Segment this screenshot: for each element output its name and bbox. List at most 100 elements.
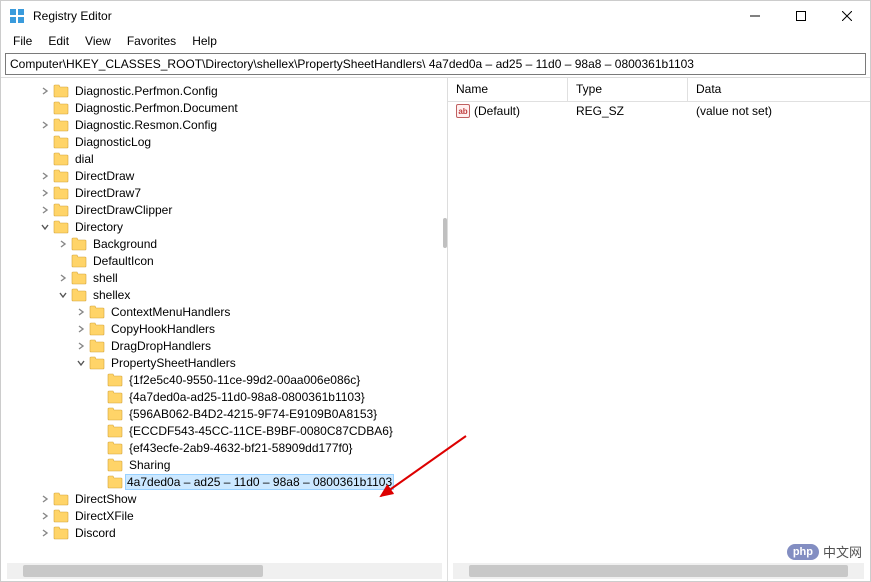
tree-item-label: {596AB062-B4D2-4215-9F74-E9109B0A8153} — [127, 407, 379, 421]
tree-hscrollbar[interactable] — [7, 563, 442, 579]
chevron-right-icon[interactable] — [37, 168, 53, 184]
chevron-down-icon[interactable] — [37, 219, 53, 235]
col-header-type[interactable]: Type — [568, 78, 688, 101]
tree-item-label: DirectXFile — [73, 509, 136, 523]
value-hscrollbar[interactable] — [453, 563, 864, 579]
tree-item[interactable]: dial — [1, 150, 447, 167]
value-header: Name Type Data — [448, 78, 870, 102]
tree-item-label: {4a7ded0a-ad25-11d0-98a8-0800361b1103} — [127, 390, 367, 404]
chevron-down-icon[interactable] — [55, 287, 71, 303]
folder-icon — [53, 84, 69, 98]
minimize-button[interactable] — [732, 1, 778, 31]
watermark-text: 中文网 — [823, 542, 862, 561]
tree-item[interactable]: PropertySheetHandlers — [1, 354, 447, 371]
menu-favorites[interactable]: Favorites — [119, 32, 184, 50]
value-type-cell: REG_SZ — [568, 104, 688, 118]
titlebar: Registry Editor — [1, 1, 870, 31]
value-panel[interactable]: Name Type Data ab(Default)REG_SZ(value n… — [448, 78, 870, 581]
menu-help[interactable]: Help — [184, 32, 225, 50]
folder-icon — [89, 322, 105, 336]
tree-item-label: ContextMenuHandlers — [109, 305, 232, 319]
tree-item-label: Discord — [73, 526, 118, 540]
chevron-right-icon[interactable] — [37, 508, 53, 524]
tree-item[interactable]: DirectDraw — [1, 167, 447, 184]
menu-edit[interactable]: Edit — [40, 32, 77, 50]
app-icon — [9, 8, 25, 24]
tree-item-label: Directory — [73, 220, 125, 234]
tree-item-label: DirectShow — [73, 492, 138, 506]
tree-item[interactable]: DirectXFile — [1, 507, 447, 524]
tree-item[interactable]: ContextMenuHandlers — [1, 303, 447, 320]
tree-item[interactable]: {ECCDF543-45CC-11CE-B9BF-0080C87CDBA6} — [1, 422, 447, 439]
col-header-name[interactable]: Name — [448, 78, 568, 101]
tree-item-selected[interactable]: 4a7ded0a – ad25 – 11d0 – 98a8 – 0800361b… — [1, 473, 447, 490]
tree-item[interactable]: Sharing — [1, 456, 447, 473]
chevron-right-icon[interactable] — [73, 338, 89, 354]
tree-item[interactable]: DiagnosticLog — [1, 133, 447, 150]
folder-icon — [89, 356, 105, 370]
tree-item-label: Diagnostic.Perfmon.Document — [73, 101, 240, 115]
chevron-right-icon[interactable] — [73, 321, 89, 337]
folder-icon — [71, 271, 87, 285]
chevron-right-icon[interactable] — [37, 117, 53, 133]
tree-item[interactable]: CopyHookHandlers — [1, 320, 447, 337]
close-button[interactable] — [824, 1, 870, 31]
address-bar[interactable]: Computer\HKEY_CLASSES_ROOT\Directory\she… — [5, 53, 866, 75]
folder-icon — [107, 407, 123, 421]
menu-file[interactable]: File — [5, 32, 40, 50]
tree-item[interactable]: shellex — [1, 286, 447, 303]
splitter-grip[interactable] — [443, 218, 447, 248]
tree-item[interactable]: Directory — [1, 218, 447, 235]
tree-item[interactable]: DefaultIcon — [1, 252, 447, 269]
tree-item-label: dial — [73, 152, 96, 166]
tree-item-label: CopyHookHandlers — [109, 322, 217, 336]
tree-item[interactable]: DirectShow — [1, 490, 447, 507]
content-area: Diagnostic.Perfmon.Config Diagnostic.Perf… — [1, 77, 870, 581]
folder-icon — [89, 339, 105, 353]
chevron-right-icon[interactable] — [37, 202, 53, 218]
tree-item[interactable]: DragDropHandlers — [1, 337, 447, 354]
address-text: Computer\HKEY_CLASSES_ROOT\Directory\she… — [10, 57, 694, 71]
tree-item-label: shell — [91, 271, 120, 285]
chevron-right-icon[interactable] — [73, 304, 89, 320]
chevron-down-icon[interactable] — [73, 355, 89, 371]
tree-item-label: DirectDrawClipper — [73, 203, 174, 217]
tree-item-label: DirectDraw7 — [73, 186, 143, 200]
tree-hscroll-thumb[interactable] — [23, 565, 263, 577]
col-header-data[interactable]: Data — [688, 78, 870, 101]
string-value-icon: ab — [456, 104, 470, 118]
tree-item[interactable]: Diagnostic.Perfmon.Config — [1, 82, 447, 99]
tree-item[interactable]: Background — [1, 235, 447, 252]
tree-item[interactable]: Discord — [1, 524, 447, 541]
chevron-right-icon[interactable] — [37, 491, 53, 507]
chevron-right-icon[interactable] — [37, 185, 53, 201]
folder-icon — [89, 305, 105, 319]
tree-item[interactable]: Diagnostic.Perfmon.Document — [1, 99, 447, 116]
tree-item[interactable]: DirectDrawClipper — [1, 201, 447, 218]
chevron-right-icon[interactable] — [55, 236, 71, 252]
tree-panel[interactable]: Diagnostic.Perfmon.Config Diagnostic.Perf… — [1, 78, 448, 581]
folder-icon — [53, 118, 69, 132]
tree-item[interactable]: DirectDraw7 — [1, 184, 447, 201]
tree-item[interactable]: {ef43ecfe-2ab9-4632-bf21-58909dd177f0} — [1, 439, 447, 456]
folder-icon — [107, 390, 123, 404]
tree-item[interactable]: {4a7ded0a-ad25-11d0-98a8-0800361b1103} — [1, 388, 447, 405]
tree-item-label: {1f2e5c40-9550-11ce-99d2-00aa006e086c} — [127, 373, 362, 387]
chevron-right-icon[interactable] — [37, 525, 53, 541]
tree-item[interactable]: {1f2e5c40-9550-11ce-99d2-00aa006e086c} — [1, 371, 447, 388]
folder-icon — [53, 492, 69, 506]
value-data-cell: (value not set) — [688, 104, 870, 118]
folder-icon — [107, 373, 123, 387]
maximize-button[interactable] — [778, 1, 824, 31]
chevron-right-icon[interactable] — [37, 83, 53, 99]
tree-item-label: {ef43ecfe-2ab9-4632-bf21-58909dd177f0} — [127, 441, 355, 455]
chevron-right-icon[interactable] — [55, 270, 71, 286]
value-row[interactable]: ab(Default)REG_SZ(value not set) — [448, 102, 870, 120]
tree-item[interactable]: shell — [1, 269, 447, 286]
value-hscroll-thumb[interactable] — [469, 565, 848, 577]
tree-item-label: Diagnostic.Resmon.Config — [73, 118, 219, 132]
tree-item[interactable]: Diagnostic.Resmon.Config — [1, 116, 447, 133]
menu-view[interactable]: View — [77, 32, 119, 50]
tree-item[interactable]: {596AB062-B4D2-4215-9F74-E9109B0A8153} — [1, 405, 447, 422]
folder-icon — [107, 424, 123, 438]
